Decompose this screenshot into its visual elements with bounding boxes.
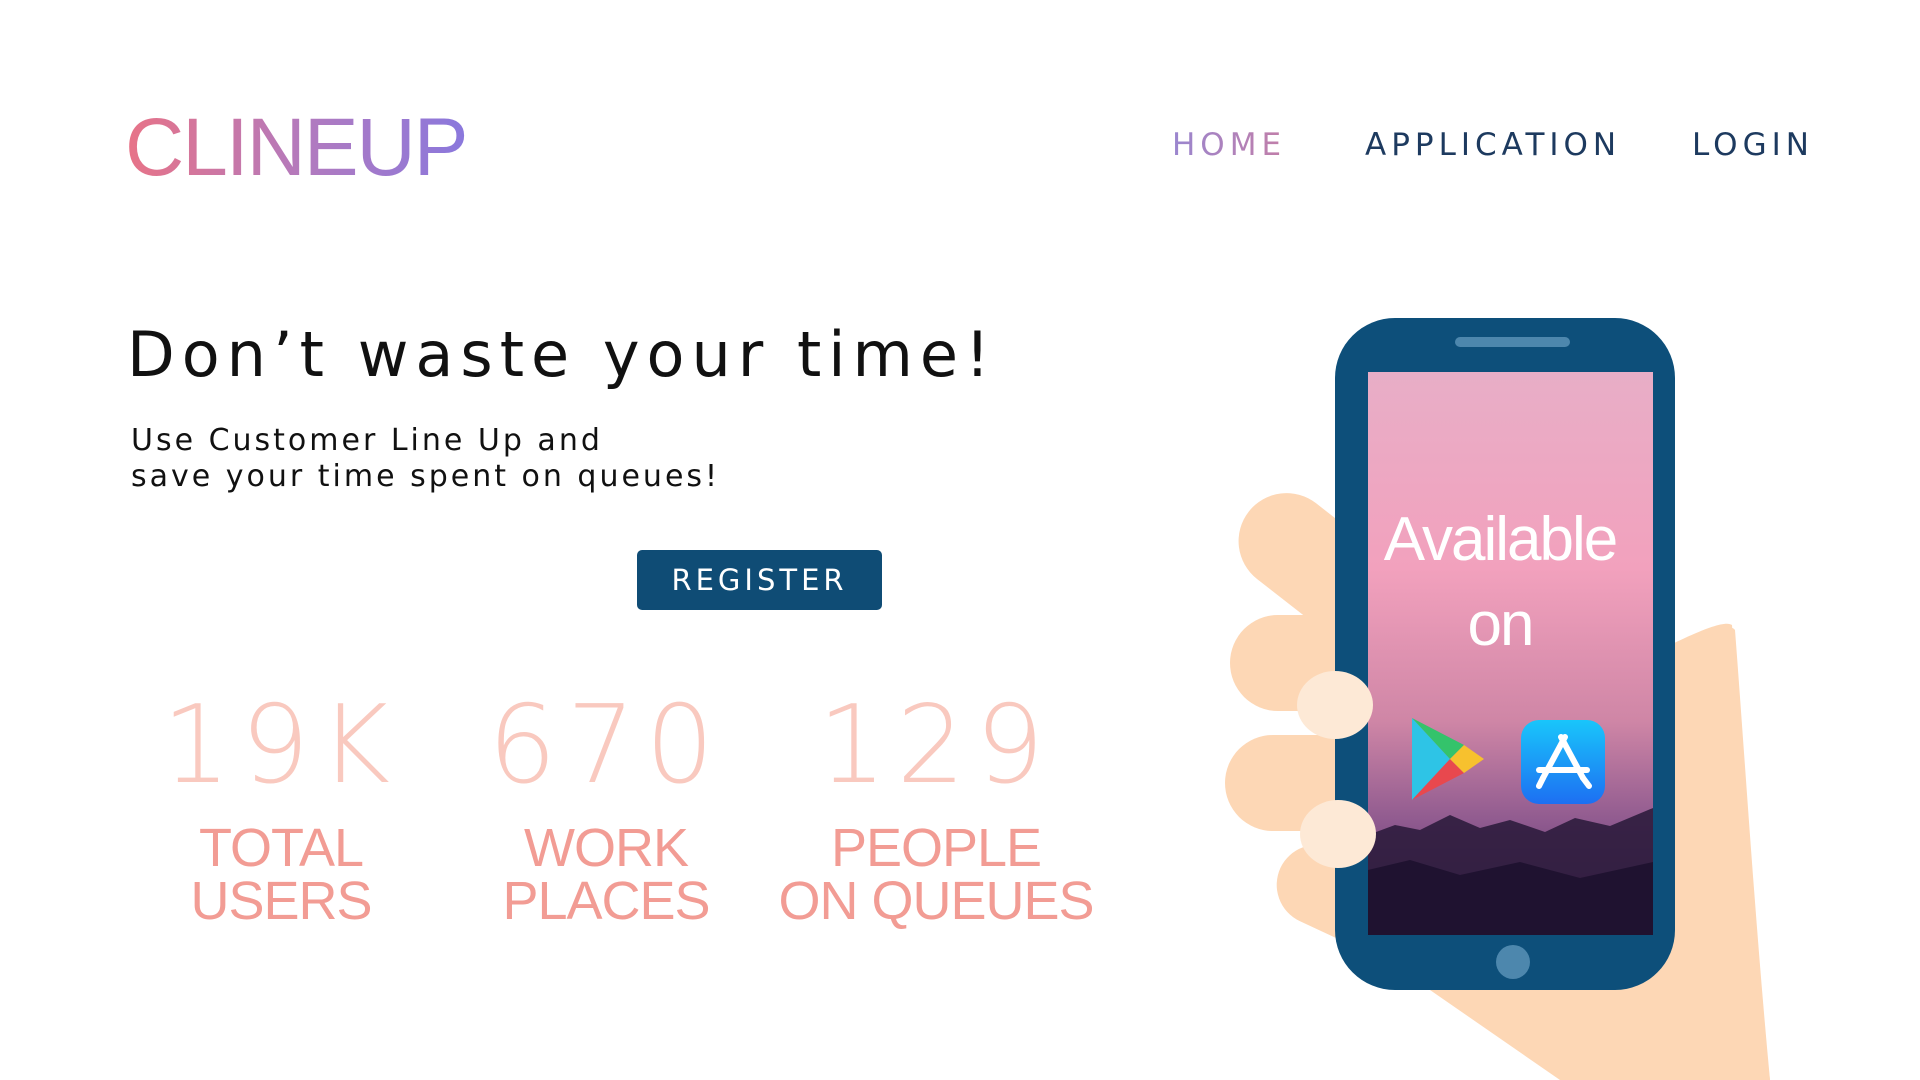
- nav-home[interactable]: HOME: [1172, 127, 1286, 163]
- phone-in-hand-illustration: [1225, 318, 1770, 1080]
- stat-label-line2: USERS: [190, 871, 372, 931]
- stat-value: 670: [487, 683, 725, 808]
- nav-application[interactable]: APPLICATION: [1365, 127, 1621, 163]
- phone-speaker: [1455, 337, 1570, 347]
- nav-login[interactable]: LOGIN: [1692, 127, 1814, 163]
- stat-value: 19K: [161, 683, 401, 808]
- app-store-icon[interactable]: [1521, 720, 1605, 804]
- stat-label-line1: TOTAL: [198, 818, 364, 878]
- landing-page: CLINEUP HOME APPLICATION LOGIN Don’t was…: [0, 0, 1920, 1080]
- hero-subline-1: Use Customer Line Up and: [131, 423, 603, 458]
- register-button[interactable]: REGISTER: [637, 550, 882, 610]
- stat-people-on-queues: 129 PEOPLE ON QUEUES: [771, 683, 1101, 931]
- hero-subline-2: save your time spent on queues!: [131, 459, 721, 494]
- stat-value: 129: [817, 683, 1055, 808]
- hero-headline: Don’t waste your time!: [127, 318, 997, 391]
- stat-label-line2: PLACES: [502, 871, 710, 931]
- stat-total-users: 19K TOTAL USERS: [116, 683, 446, 931]
- fingernail-2: [1300, 800, 1376, 868]
- google-play-icon[interactable]: [1408, 716, 1486, 802]
- stat-work-places: 670 WORK PLACES: [441, 683, 771, 931]
- stat-label-line2: ON QUEUES: [778, 871, 1094, 931]
- phone-home-button: [1496, 945, 1530, 979]
- stat-label-line1: PEOPLE: [830, 818, 1042, 878]
- stat-label-line1: WORK: [524, 818, 689, 878]
- fingernail-1: [1297, 671, 1373, 739]
- screen-on-text: on: [1467, 590, 1535, 659]
- screen-available-text: Available: [1383, 505, 1618, 574]
- main-nav: HOME APPLICATION LOGIN: [0, 127, 1920, 167]
